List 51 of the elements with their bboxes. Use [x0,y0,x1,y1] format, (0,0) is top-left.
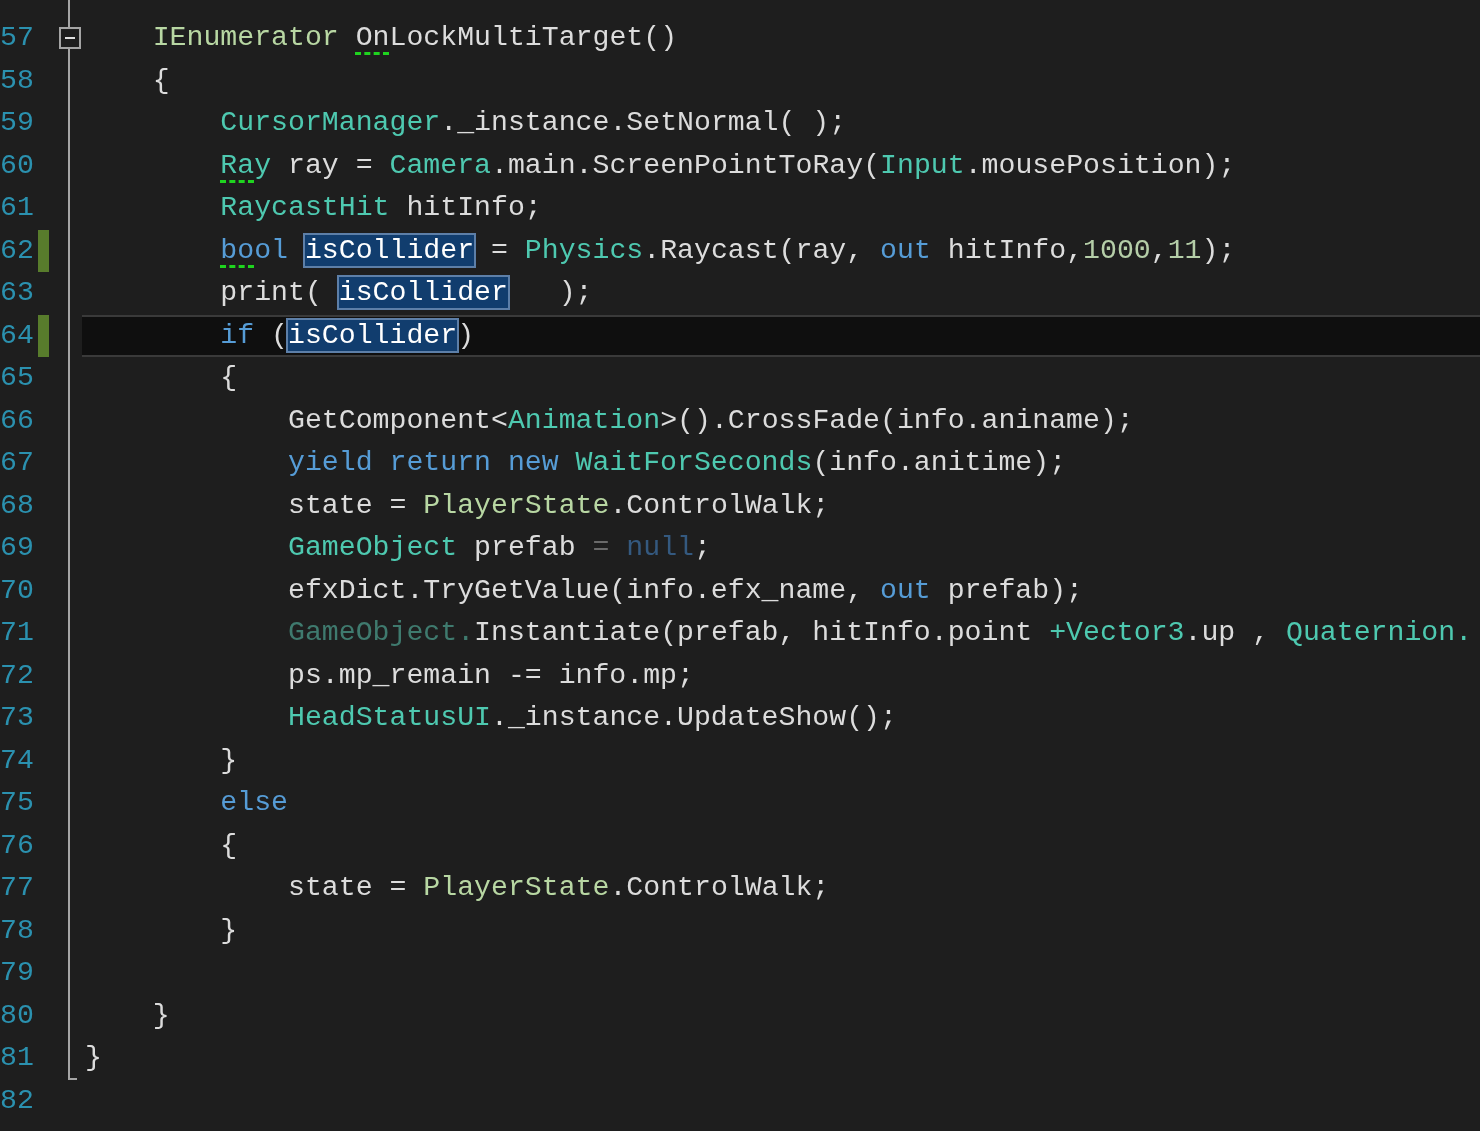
code-line: CursorManager._instance.SetNormal( ); [219,106,848,140]
code-line: ps.mp_remain -= info.mp; [287,658,695,693]
code-line: { [151,63,171,98]
line-number: 79 [0,956,35,990]
line-number: 61 [0,191,35,225]
line-number: 73 [0,701,35,735]
code-line: else [219,786,289,820]
line-number: 78 [0,913,35,948]
line-number: 72 [0,658,35,693]
line-number: 69 [0,531,35,565]
line-number: 77 [0,871,35,905]
code-line: print( isCollider ); [219,276,594,310]
code-line: Ray ray = Camera.main.ScreenPointToRay(Input.mousePosition); [219,148,1237,183]
code-line: { [219,361,239,395]
code-line: { [219,828,239,863]
code-line: RaycastHit hitInfo; [219,191,543,225]
line-number: 65 [0,361,35,395]
code-line: } [219,743,239,778]
code-line: GameObject.Instantiate(prefab, hitInfo.point +Vector3.up , Quaternion. [287,616,1474,650]
line-number: 64 [0,318,35,353]
code-line: yield return new WaitForSeconds(info.anitime); [287,446,1068,480]
line-number: 58 [0,63,35,98]
line-number: 68 [0,488,35,523]
line-number: 71 [0,616,35,650]
line-number: 59 [0,106,35,140]
line-number: 66 [0,403,35,438]
code-line: HeadStatusUI._instance.UpdateShow(); [287,701,898,735]
code-line: efxDict.TryGetValue(info.efx_name, out prefab); [287,573,1085,608]
code-line: IEnumerator OnLockMultiTarget() [151,21,679,55]
line-number: 63 [0,276,35,310]
line-number: 81 [0,1041,35,1075]
code-line: } [151,998,171,1033]
code-line: } [219,913,239,948]
line-number: 74 [0,743,35,778]
code-line: } [84,1041,103,1075]
line-number: 67 [0,446,35,480]
line-number: 60 [0,148,35,183]
line-number: 82 [0,1083,35,1118]
collapse-icon[interactable] [59,27,81,49]
outline-guide [68,0,70,27]
code-line: GameObject prefab = null; [287,531,712,565]
code-line: bool isCollider = Physics.Raycast(ray, out hitInfo,1000,11); [219,233,1237,268]
code-line: GetComponent<Animation>().CrossFade(info.aniname); [287,403,1135,438]
line-number: 75 [0,786,35,820]
line-number: 76 [0,828,35,863]
line-number: 70 [0,573,35,608]
code-line: state = PlayerState.ControlWalk; [287,871,831,905]
code-line: state = PlayerState.ControlWalk; [287,488,831,523]
line-number: 62 [0,233,35,268]
line-number: 57 [0,21,35,55]
line-number: 80 [0,998,35,1033]
